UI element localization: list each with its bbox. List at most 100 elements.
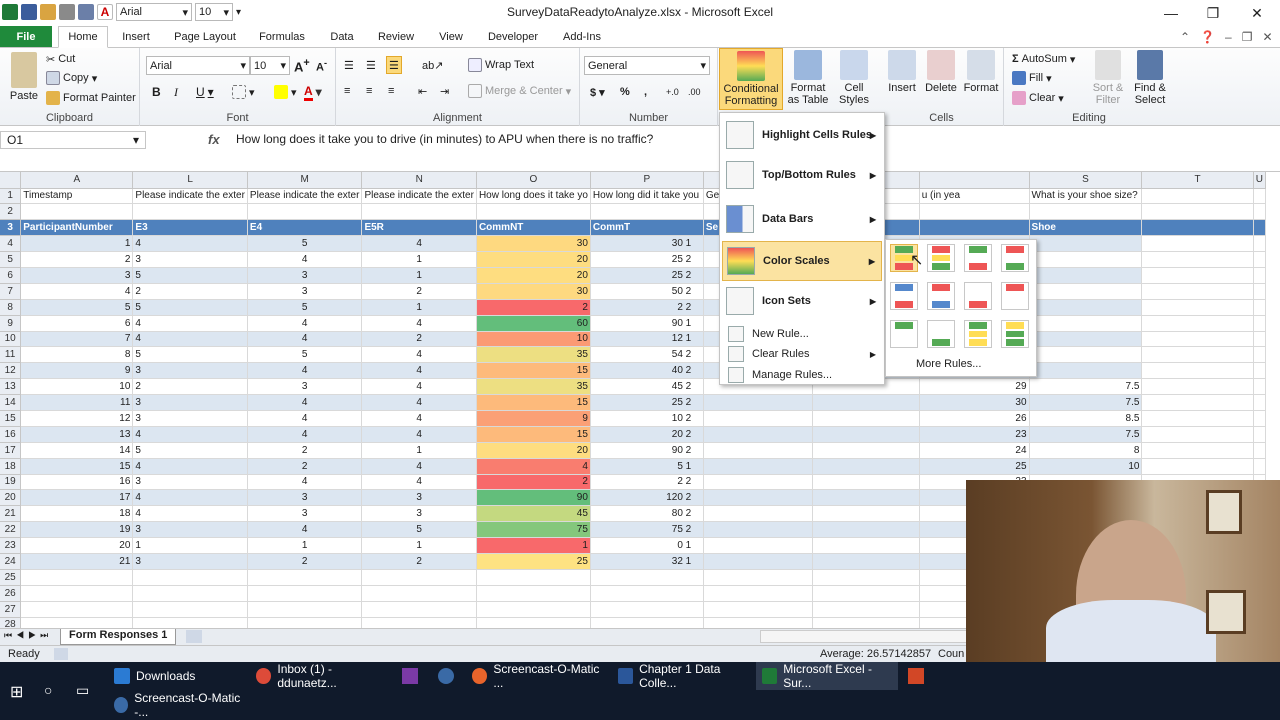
cell[interactable]	[1141, 251, 1254, 268]
cell[interactable]	[1253, 235, 1266, 253]
minimize-button[interactable]: —	[1150, 0, 1192, 26]
cell[interactable]: 60	[476, 315, 591, 332]
cell[interactable]: 40 2	[590, 362, 704, 380]
table-row[interactable]: 9 6 4 4 4 60 90 1	[0, 315, 1266, 332]
cell[interactable]: 1	[361, 299, 477, 316]
cell[interactable]: 3	[132, 474, 248, 491]
cell[interactable]	[812, 617, 920, 628]
increase-indent-button[interactable]: ⇥	[440, 82, 449, 100]
color-scale-swatch[interactable]	[1001, 282, 1029, 310]
column-header[interactable]: U	[1253, 172, 1266, 189]
cell[interactable]	[1253, 378, 1266, 396]
cell[interactable]	[1253, 394, 1266, 411]
cell[interactable]	[1029, 203, 1143, 221]
cell[interactable]: 3	[20, 267, 134, 284]
row-header[interactable]: 22	[0, 521, 22, 539]
cell[interactable]: 2	[476, 474, 591, 491]
cell[interactable]: 8	[20, 346, 134, 364]
cell[interactable]	[132, 601, 248, 618]
cell[interactable]: 15	[476, 362, 591, 380]
row-header[interactable]: 15	[0, 410, 22, 427]
cell[interactable]: Please indicate the exter	[361, 188, 477, 205]
cell[interactable]: 4	[247, 331, 363, 348]
find-select-button[interactable]: Find & Select	[1128, 50, 1172, 106]
column-header[interactable]: O	[476, 172, 591, 189]
cell[interactable]: 4	[361, 426, 477, 443]
italic-button[interactable]: I	[174, 83, 178, 101]
cell[interactable]	[1253, 458, 1266, 475]
cell[interactable]	[1253, 267, 1266, 284]
cell[interactable]: 1	[132, 537, 248, 554]
print-icon[interactable]	[59, 4, 75, 20]
insert-function-icon[interactable]: fx	[208, 132, 220, 147]
cell[interactable]: 5	[247, 299, 363, 316]
cell[interactable]: CommNT	[476, 219, 591, 237]
cell[interactable]	[703, 585, 813, 602]
row-header[interactable]: 27	[0, 601, 22, 618]
cell[interactable]: 3	[132, 394, 248, 411]
cell[interactable]	[703, 553, 813, 570]
cell[interactable]: E4	[247, 219, 363, 237]
cell[interactable]: How long does it take yo	[476, 188, 591, 205]
cell[interactable]: 2	[361, 553, 477, 570]
row-header[interactable]: 20	[0, 489, 22, 507]
cell[interactable]: CommT	[590, 219, 704, 237]
cell[interactable]: u (in yea	[919, 188, 1030, 205]
tab-data[interactable]: Data	[320, 26, 364, 48]
tab-add-ins[interactable]: Add-Ins	[552, 26, 612, 48]
column-header[interactable]: T	[1141, 172, 1254, 189]
row-header[interactable]: 17	[0, 442, 22, 459]
cell[interactable]	[1141, 219, 1254, 237]
percent-button[interactable]: %	[620, 83, 630, 101]
cell[interactable]: 29	[919, 378, 1030, 396]
table-row[interactable]: 12 9 3 4 4 15 40 2	[0, 362, 1266, 380]
cell[interactable]: 15	[20, 458, 134, 475]
row-header[interactable]: 2	[0, 203, 22, 221]
cell[interactable]	[1253, 442, 1266, 459]
row-header[interactable]: 4	[0, 235, 22, 253]
clear-button[interactable]: Clear ▾	[1012, 89, 1064, 107]
cell[interactable]: 75	[476, 521, 591, 539]
cell[interactable]: 17	[20, 489, 134, 507]
cell[interactable]: 2	[247, 458, 363, 475]
cell[interactable]: 5	[132, 346, 248, 364]
menu-icon-sets[interactable]: Icon Sets ▶	[722, 281, 882, 321]
wb-restore-icon[interactable]: ❐	[1242, 30, 1253, 44]
cell[interactable]	[1141, 203, 1254, 221]
cell[interactable]	[476, 203, 591, 221]
tab-file[interactable]: File	[0, 26, 52, 47]
cell[interactable]: 10	[20, 378, 134, 396]
cell[interactable]	[703, 617, 813, 628]
fill-color-button[interactable]: ▾	[274, 83, 297, 101]
cell[interactable]: 3	[132, 521, 248, 539]
column-header[interactable]: A	[20, 172, 134, 189]
cell[interactable]	[703, 458, 813, 475]
new-sheet-icon[interactable]	[186, 630, 202, 643]
cell[interactable]	[1141, 458, 1254, 475]
cell[interactable]	[703, 410, 813, 427]
shrink-font-button[interactable]: A-	[316, 57, 327, 75]
cell[interactable]: 12	[20, 410, 134, 427]
cell[interactable]	[812, 553, 920, 570]
qat-font-select[interactable]: Arial ▾	[116, 3, 192, 21]
cell[interactable]: 25 2	[590, 251, 704, 268]
cell[interactable]: 50 2	[590, 283, 704, 300]
format-as-table-button[interactable]: Format as Table	[784, 50, 832, 106]
cell[interactable]: 1	[361, 251, 477, 268]
cell[interactable]	[1029, 299, 1143, 316]
align-center-button[interactable]: ≡	[366, 82, 372, 100]
menu-highlight-cells-rules[interactable]: Highlight Cells Rules ▶	[722, 115, 882, 155]
cell[interactable]: 7	[20, 331, 134, 348]
tab-review[interactable]: Review	[370, 26, 422, 48]
select-all-corner[interactable]	[0, 172, 22, 189]
macro-record-icon[interactable]	[54, 648, 68, 660]
menu-data-bars[interactable]: Data Bars ▶	[722, 199, 882, 239]
menu-clear-rules[interactable]: Clear Rules ▶	[722, 344, 882, 364]
cell[interactable]	[1029, 346, 1143, 364]
column-header[interactable]: N	[361, 172, 477, 189]
cell[interactable]: 4	[247, 315, 363, 332]
cell[interactable]	[812, 458, 920, 475]
cell[interactable]: How long did it take you	[590, 188, 704, 205]
delete-cells-button[interactable]: Delete	[922, 50, 960, 94]
qat-size-select[interactable]: 10 ▾	[195, 3, 233, 21]
